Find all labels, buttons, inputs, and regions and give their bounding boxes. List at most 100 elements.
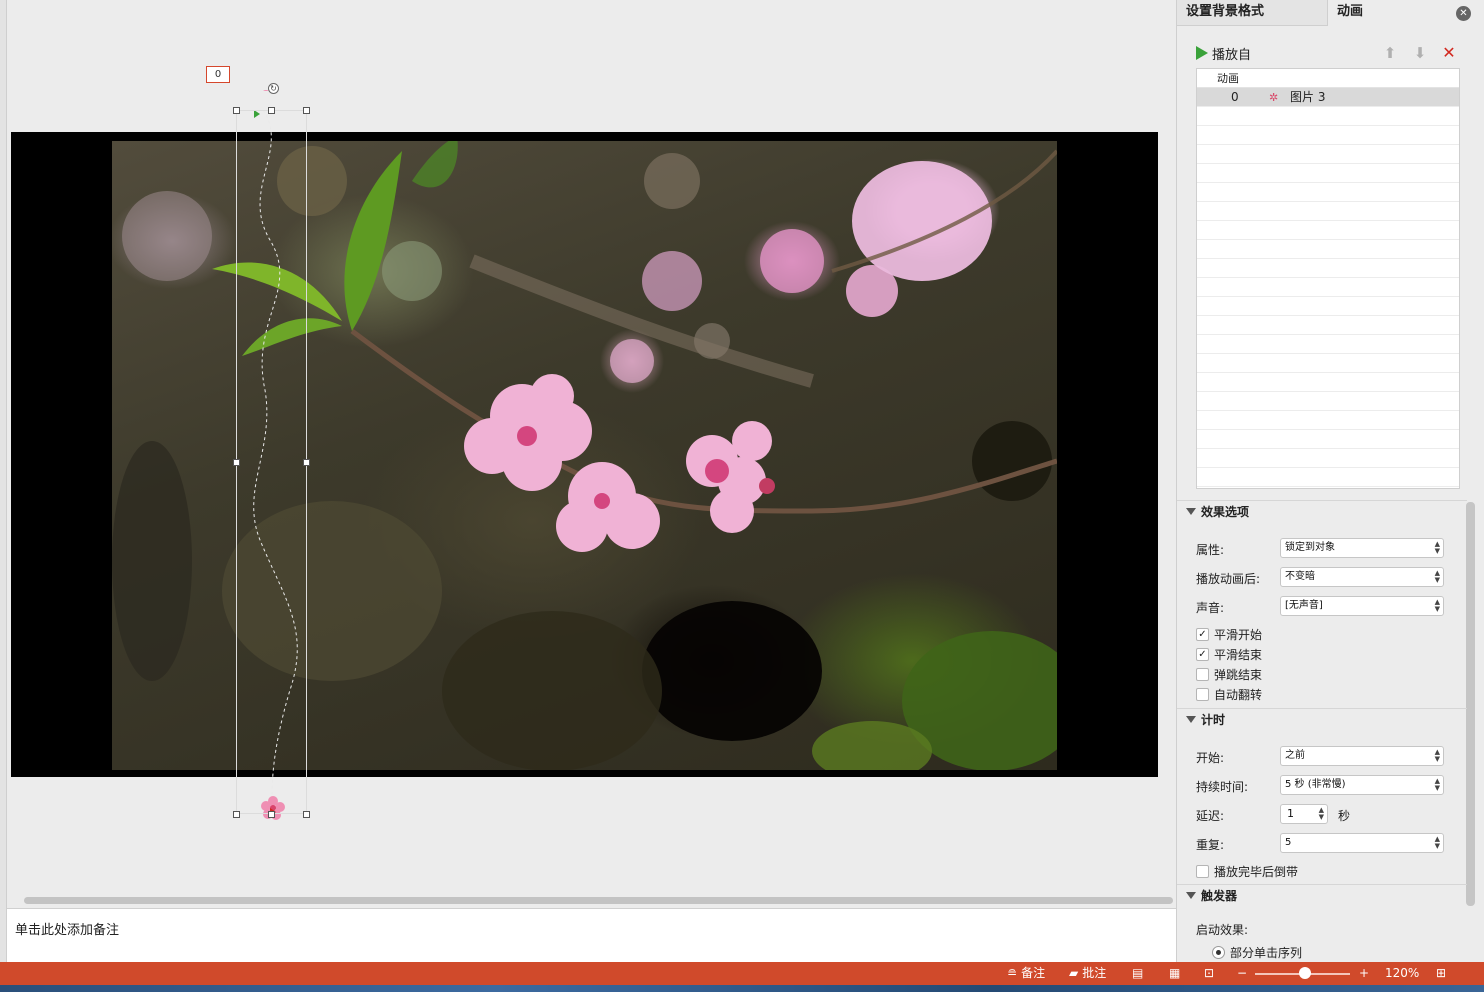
- slide[interactable]: [11, 132, 1158, 777]
- empty-row: [1197, 240, 1459, 259]
- smooth-end-option[interactable]: ✓ 平滑结束: [1196, 646, 1262, 663]
- pane-scrollbar[interactable]: [1466, 502, 1475, 906]
- arrow-up-icon[interactable]: ⬆: [1382, 44, 1398, 62]
- animation-order-badge[interactable]: 0: [206, 66, 230, 83]
- empty-row: [1197, 107, 1459, 126]
- animation-target-name: 图片 3: [1290, 90, 1326, 104]
- desktop-background-strip: [0, 985, 1484, 992]
- handle-top-middle[interactable]: [268, 107, 275, 114]
- comments-label: 批注: [1082, 966, 1107, 980]
- start-effect-label: 启动效果:: [1196, 923, 1249, 937]
- empty-row: [1197, 183, 1459, 202]
- delay-value[interactable]: 1: [1287, 807, 1294, 820]
- comment-icon: ▰: [1069, 966, 1079, 980]
- empty-row: [1197, 430, 1459, 449]
- duration-value: 5 秒 (非常慢): [1285, 779, 1346, 790]
- checkbox-label: 平滑开始: [1214, 628, 1263, 642]
- animation-list-item[interactable]: 0 ✲ 图片 3: [1197, 88, 1459, 107]
- slide-sorter-icon[interactable]: ▦: [1169, 962, 1180, 985]
- empty-row: [1197, 335, 1459, 354]
- tab-format-background[interactable]: 设置背景格式: [1177, 0, 1328, 26]
- horizontal-scrollbar-thumb[interactable]: [24, 897, 1173, 904]
- zoom-slider-knob[interactable]: [1299, 967, 1311, 979]
- checkbox-label: 播放完毕后倒带: [1214, 865, 1299, 879]
- rotate-handle-icon[interactable]: ↻: [268, 83, 279, 94]
- close-icon[interactable]: ✕: [1456, 6, 1471, 21]
- bounce-end-option[interactable]: 弹跳结束: [1196, 666, 1262, 683]
- play-from-button[interactable]: 播放自: [1196, 44, 1252, 63]
- motion-path-selection[interactable]: [233, 107, 310, 818]
- slideshow-icon[interactable]: ⊡: [1204, 962, 1214, 985]
- horizontal-scrollbar[interactable]: [7, 893, 1176, 908]
- zoom-percent[interactable]: 120%: [1385, 962, 1419, 985]
- empty-row: [1197, 468, 1459, 487]
- checkbox-label: 平滑结束: [1214, 648, 1263, 662]
- start-select[interactable]: 之前 ▲ ▼: [1280, 746, 1444, 766]
- stepper-icon: ▲ ▼: [1434, 835, 1440, 850]
- delay-stepper[interactable]: 1 ▲ ▼: [1280, 804, 1328, 824]
- start-value: 之前: [1285, 750, 1305, 761]
- animation-order: 0: [1231, 90, 1239, 104]
- stepper-icon[interactable]: ▲ ▼: [1319, 807, 1324, 821]
- normal-view-icon[interactable]: ▤: [1132, 962, 1143, 985]
- smooth-start-option[interactable]: ✓ 平滑开始: [1196, 626, 1262, 643]
- property-value: 锁定到对象: [1285, 542, 1335, 553]
- slide-editing-canvas[interactable]: 0 ↻: [7, 0, 1176, 908]
- rewind-checkbox[interactable]: [1196, 865, 1209, 878]
- stepper-icon: ▲ ▼: [1434, 748, 1440, 763]
- click-sequence-option[interactable]: 部分单击序列: [1212, 944, 1302, 961]
- bounce-end-checkbox[interactable]: [1196, 668, 1209, 681]
- notes-toggle-button[interactable]: ≘ 备注: [1007, 962, 1045, 985]
- stepper-icon: ▲ ▼: [1434, 777, 1440, 792]
- empty-row: [1197, 449, 1459, 468]
- notes-icon: ≘: [1007, 966, 1018, 980]
- empty-row: [1197, 278, 1459, 297]
- chevron-down-icon: [1186, 508, 1196, 515]
- handle-bottom-middle[interactable]: [268, 811, 275, 818]
- x-icon[interactable]: ✕: [1441, 44, 1457, 62]
- auto-reverse-checkbox[interactable]: [1196, 688, 1209, 701]
- empty-row: [1197, 316, 1459, 335]
- rewind-option[interactable]: 播放完毕后倒带: [1196, 863, 1298, 880]
- section-title: 计时: [1201, 713, 1226, 727]
- play-from-label: 播放自: [1212, 47, 1252, 63]
- zoom-in-icon[interactable]: +: [1359, 962, 1369, 985]
- after-animation-label: 播放动画后:: [1196, 572, 1261, 586]
- after-animation-select[interactable]: 不变暗 ▲ ▼: [1280, 567, 1444, 587]
- duration-select[interactable]: 5 秒 (非常慢) ▲ ▼: [1280, 775, 1444, 795]
- arrow-down-icon[interactable]: ⬇: [1412, 44, 1428, 62]
- handle-bottom-left[interactable]: [233, 811, 240, 818]
- animation-list[interactable]: 动画 0 ✲ 图片 3: [1196, 68, 1460, 489]
- empty-row: [1197, 126, 1459, 145]
- handle-bottom-right[interactable]: [303, 811, 310, 818]
- comments-button[interactable]: ▰ 批注: [1069, 962, 1106, 985]
- smooth-end-checkbox[interactable]: ✓: [1196, 648, 1209, 661]
- play-icon: [1196, 46, 1208, 60]
- delay-unit: 秒: [1338, 809, 1351, 823]
- section-effect-options[interactable]: 效果选项: [1177, 500, 1467, 522]
- animation-pane: 设置背景格式 动画 ✕ 播放自 ⬆ ⬇ ✕ 动画 0 ✲ 图片 3 效果选项 属…: [1176, 0, 1484, 962]
- handle-middle-left[interactable]: [233, 459, 240, 466]
- section-title: 效果选项: [1201, 505, 1250, 519]
- handle-middle-right[interactable]: [303, 459, 310, 466]
- click-sequence-radio[interactable]: [1212, 946, 1225, 959]
- notes-pane[interactable]: 单击此处添加备注: [7, 908, 1176, 962]
- zoom-out-icon[interactable]: −: [1237, 962, 1247, 985]
- handle-top-left[interactable]: [233, 107, 240, 114]
- notes-label: 备注: [1021, 966, 1046, 980]
- section-timing[interactable]: 计时: [1177, 708, 1467, 730]
- empty-row: [1197, 411, 1459, 430]
- smooth-start-checkbox[interactable]: ✓: [1196, 628, 1209, 641]
- status-bar: ≘ 备注 ▰ 批注 ▤ ▦ ⊡ − + 120% ⊞: [0, 962, 1484, 985]
- handle-top-right[interactable]: [303, 107, 310, 114]
- stepper-icon: ▲ ▼: [1434, 598, 1440, 613]
- notes-placeholder[interactable]: 单击此处添加备注: [15, 919, 119, 938]
- property-select[interactable]: 锁定到对象 ▲ ▼: [1280, 538, 1444, 558]
- fit-to-window-icon[interactable]: ⊞: [1436, 962, 1446, 985]
- section-trigger[interactable]: 触发器: [1177, 884, 1467, 906]
- empty-row: [1197, 259, 1459, 278]
- sound-select[interactable]: [无声音] ▲ ▼: [1280, 596, 1444, 616]
- auto-reverse-option[interactable]: 自动翻转: [1196, 686, 1262, 703]
- repeat-select[interactable]: 5 ▲ ▼: [1280, 833, 1444, 853]
- start-label: 开始:: [1196, 751, 1225, 765]
